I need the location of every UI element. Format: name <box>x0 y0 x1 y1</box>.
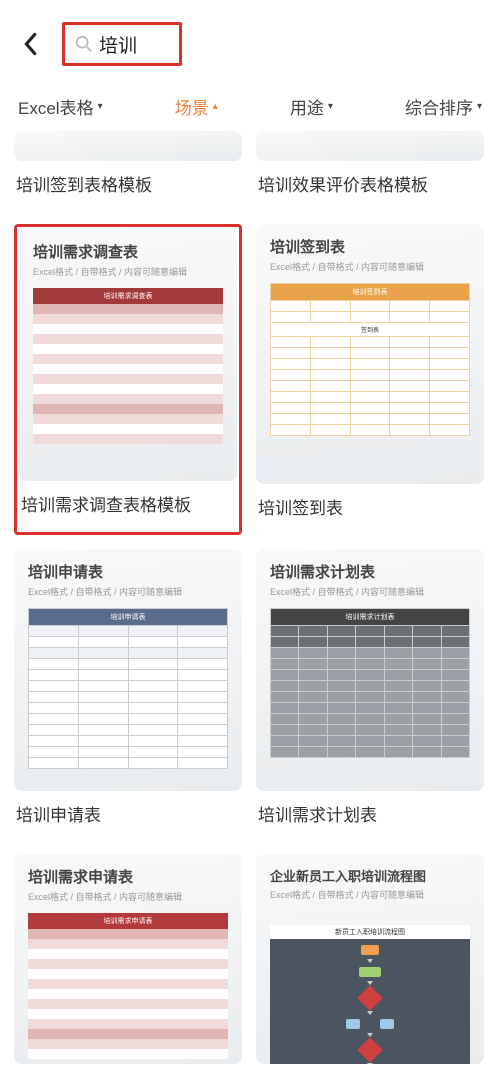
template-card[interactable]: 培训签到表格模板 <box>14 131 242 210</box>
doc-subtitle: Excel格式 / 自带格式 / 内容可随意编辑 <box>28 585 228 598</box>
search-input[interactable]: 培训 <box>62 22 182 66</box>
preview-table: 培训需求计划表 <box>270 608 470 758</box>
doc-title: 培训申请表 <box>28 561 228 582</box>
filter-excel[interactable]: Excel表格▾ <box>18 94 103 119</box>
template-title: 培训申请表 <box>16 801 242 826</box>
flow-header: 新员工入职培训流程图 <box>270 925 470 939</box>
template-title: 培训需求计划表 <box>258 801 484 826</box>
doc-subtitle: Excel格式 / 自带格式 / 内容可随意编辑 <box>270 585 470 598</box>
template-card[interactable]: 企业新员工入职培训流程图 Excel格式 / 自带格式 / 内容可随意编辑 新员… <box>256 854 484 1064</box>
back-button[interactable] <box>16 30 44 58</box>
chevron-down-icon: ▾ <box>328 101 333 112</box>
template-thumbnail: 企业新员工入职培训流程图 Excel格式 / 自带格式 / 内容可随意编辑 新员… <box>256 854 484 1064</box>
doc-subtitle: Excel格式 / 自带格式 / 内容可随意编辑 <box>270 260 470 273</box>
template-card[interactable]: 培训签到表 Excel格式 / 自带格式 / 内容可随意编辑 培训签到表 签到表 <box>256 224 484 535</box>
template-grid: 培训签到表格模板 培训效果评价表格模板 培训需求调查表 Excel格式 / 自带… <box>0 125 500 1064</box>
template-thumbnail: 培训需求申请表 Excel格式 / 自带格式 / 内容可随意编辑 培训需求申请表 <box>14 854 242 1064</box>
chevron-down-icon: ▾ <box>98 101 103 112</box>
chevron-left-icon <box>22 32 38 56</box>
doc-title: 培训需求调查表 <box>33 241 223 262</box>
preview-table: 培训需求申请表 <box>28 913 228 1059</box>
chevron-down-icon: ▾ <box>477 101 482 112</box>
flowchart-preview <box>270 939 470 1064</box>
template-thumbnail: 培训需求调查表 Excel格式 / 自带格式 / 内容可随意编辑 培训需求调查表 <box>19 229 237 481</box>
filter-usage[interactable]: 用途▾ <box>290 94 333 119</box>
doc-subtitle: Excel格式 / 自带格式 / 内容可随意编辑 <box>28 890 228 903</box>
doc-title: 培训需求计划表 <box>270 561 470 582</box>
preview-table: 培训签到表 签到表 <box>270 283 470 436</box>
search-icon <box>75 35 93 53</box>
doc-subtitle: Excel格式 / 自带格式 / 内容可随意编辑 <box>33 265 223 278</box>
template-thumbnail <box>14 131 242 161</box>
template-card[interactable]: 培训效果评价表格模板 <box>256 131 484 210</box>
template-thumbnail: 培训签到表 Excel格式 / 自带格式 / 内容可随意编辑 培训签到表 签到表 <box>256 224 484 484</box>
template-thumbnail: 培训申请表 Excel格式 / 自带格式 / 内容可随意编辑 培训申请表 <box>14 549 242 791</box>
template-card[interactable]: 培训申请表 Excel格式 / 自带格式 / 内容可随意编辑 培训申请表 <box>14 549 242 840</box>
template-card[interactable]: 培训需求申请表 Excel格式 / 自带格式 / 内容可随意编辑 培训需求申请表 <box>14 854 242 1064</box>
template-card-highlighted[interactable]: 培训需求调查表 Excel格式 / 自带格式 / 内容可随意编辑 培训需求调查表 <box>14 224 242 535</box>
template-thumbnail: 培训需求计划表 Excel格式 / 自带格式 / 内容可随意编辑 培训需求计划表 <box>256 549 484 791</box>
template-title: 培训签到表 <box>258 494 484 519</box>
preview-table: 培训申请表 <box>28 608 228 769</box>
preview-table: 培训需求调查表 <box>33 288 223 444</box>
filter-sort[interactable]: 综合排序▾ <box>405 94 482 119</box>
search-term: 培训 <box>99 31 137 58</box>
filter-scene[interactable]: 场景▴ <box>175 94 218 119</box>
doc-subtitle: Excel格式 / 自带格式 / 内容可随意编辑 <box>270 888 470 901</box>
doc-title: 企业新员工入职培训流程图 <box>270 866 470 885</box>
filter-bar: Excel表格▾ 场景▴ 用途▾ 综合排序▾ <box>0 80 500 125</box>
chevron-up-icon: ▴ <box>213 101 218 112</box>
template-thumbnail <box>256 131 484 161</box>
doc-title: 培训签到表 <box>270 236 470 257</box>
template-title: 培训效果评价表格模板 <box>258 171 484 196</box>
template-card[interactable]: 培训需求计划表 Excel格式 / 自带格式 / 内容可随意编辑 培训需求计划表 <box>256 549 484 840</box>
doc-title: 培训需求申请表 <box>28 866 228 887</box>
template-title: 培训签到表格模板 <box>16 171 242 196</box>
template-title: 培训需求调查表格模板 <box>21 491 237 516</box>
